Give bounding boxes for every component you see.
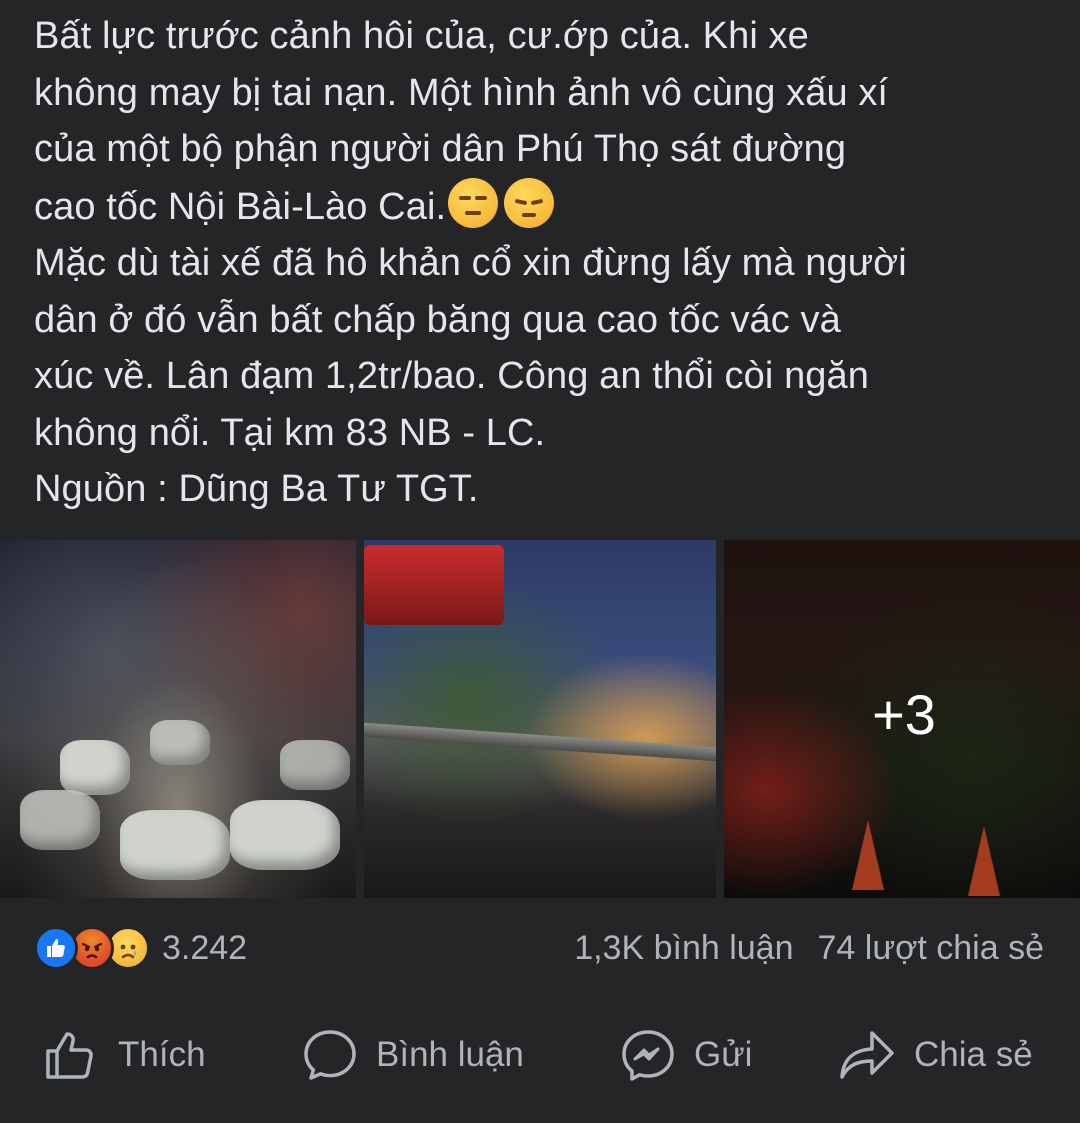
facebook-post: Bất lực trước cảnh hôi của, cư.ớp của. K…	[0, 0, 1080, 1123]
reactions-summary[interactable]: 3.242	[34, 926, 247, 970]
more-photos-count: +3	[872, 682, 936, 746]
thumbs-up-icon	[44, 1029, 100, 1081]
send-label: Gửi	[694, 1035, 753, 1074]
post-caption: Bất lực trước cảnh hôi của, cư.ớp của. K…	[34, 8, 1064, 518]
share-arrow-icon	[838, 1029, 896, 1081]
pensive-face-icon	[504, 177, 555, 228]
share-button[interactable]: Chia sẻ	[838, 1028, 1033, 1082]
caption-line-with-emoji: cao tốc Nội Bài-Lào Cai.	[34, 177, 1064, 236]
caption-line: không nổi. Tại km 83 NB - LC.	[34, 411, 546, 454]
comment-button[interactable]: Bình luận	[302, 1028, 524, 1082]
caption-line: Mặc dù tài xế đã hô khản cổ xin đừng lấy…	[34, 242, 907, 284]
post-stats: 3.242 1,3K bình luận 74 lượt chia sẻ	[0, 912, 1080, 982]
shares-count-link[interactable]: 74 lượt chia sẻ	[818, 929, 1045, 968]
unamused-face-icon	[448, 177, 499, 228]
messenger-icon	[620, 1028, 676, 1082]
caption-line: Bất lực trước cảnh hôi của, cư.ớp của. K…	[34, 15, 809, 57]
caption-line: xúc về. Lân đạm 1,2tr/bao. Công an thổi …	[34, 355, 870, 397]
comment-bubble-icon	[302, 1028, 358, 1082]
caption-line: không may bị tai nạn. Một hình ảnh vô cù…	[34, 71, 889, 114]
caption-line-text: cao tốc Nội Bài-Lào Cai.	[34, 185, 447, 228]
reaction-count: 3.242	[162, 928, 248, 967]
share-label: Chia sẻ	[914, 1035, 1033, 1074]
caption-line: dân ở đó vẫn bất chấp băng qua cao tốc v…	[34, 298, 841, 341]
like-reaction-icon	[34, 926, 78, 970]
caption-line: của một bộ phận người dân Phú Thọ sát đư…	[34, 128, 847, 170]
comment-label: Bình luận	[376, 1035, 524, 1074]
photo-grid: +3	[0, 540, 1080, 898]
caption-line: Nguồn : Dũng Ba Tư TGT.	[34, 468, 479, 510]
engagement-counts: 1,3K bình luận 74 lượt chia sẻ	[574, 926, 1044, 970]
photo-thumbnail[interactable]	[364, 540, 716, 898]
photo-thumbnail[interactable]	[0, 540, 356, 898]
like-button[interactable]: Thích	[44, 1028, 206, 1082]
like-label: Thích	[118, 1035, 206, 1074]
comments-count-link[interactable]: 1,3K bình luận	[574, 929, 793, 968]
send-button[interactable]: Gửi	[620, 1028, 752, 1082]
post-actions-bar: Thích Bình luận Gửi Chia sẻ	[0, 1010, 1080, 1100]
photo-thumbnail-more[interactable]: +3	[724, 540, 1080, 898]
